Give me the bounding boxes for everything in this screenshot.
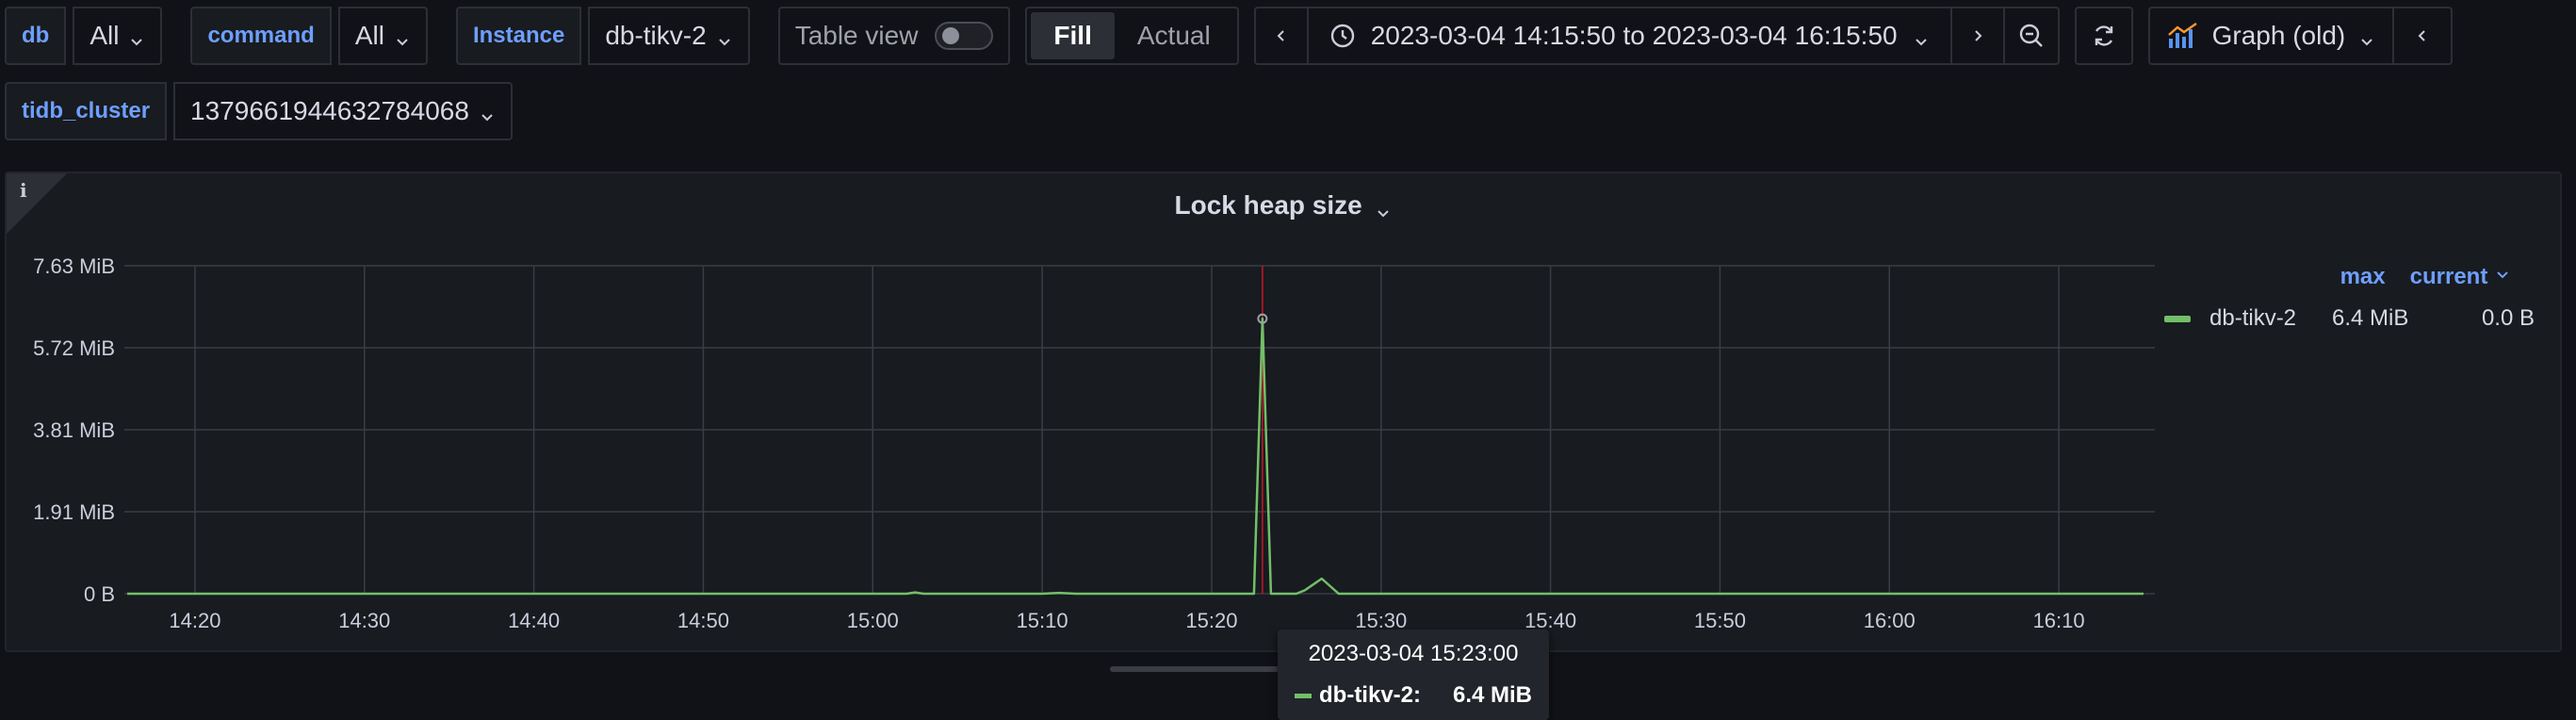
refresh-button[interactable] bbox=[2074, 7, 2133, 65]
var-instance: Instance db-tikv-2 bbox=[455, 7, 750, 65]
legend-series-max: 6.4 MiB bbox=[2332, 305, 2409, 331]
var-command-label: command bbox=[190, 7, 332, 65]
visualization-picker[interactable]: Graph (old) bbox=[2147, 7, 2395, 65]
panel-resize-handle[interactable] bbox=[1110, 666, 1280, 672]
chevron-down-icon bbox=[716, 27, 733, 46]
refresh-icon bbox=[2095, 25, 2112, 46]
chevron-right-icon bbox=[1974, 30, 1982, 41]
legend-series-name: db-tikv-2 bbox=[2209, 305, 2297, 331]
tooltip-series: db-tikv-2: bbox=[1319, 682, 1421, 708]
chevron-down-icon bbox=[2358, 27, 2375, 46]
legend-current-header[interactable]: current bbox=[2410, 264, 2511, 290]
chevron-down-icon bbox=[1913, 27, 1930, 46]
x-tick-label: 14:30 bbox=[338, 609, 390, 632]
tooltip-row: db-tikv-2: 6.4 MiB bbox=[1295, 682, 1532, 709]
graph-icon bbox=[2167, 23, 2197, 48]
zoom-out-icon bbox=[2019, 24, 2043, 47]
var-command: command All bbox=[190, 7, 428, 65]
time-back-button[interactable] bbox=[1256, 8, 1309, 63]
x-tick-label: 14:50 bbox=[677, 609, 729, 632]
line-chart[interactable]: 0 B 1.91 MiB 3.81 MiB 5.72 MiB 7.63 MiB 14:20… bbox=[7, 173, 2155, 654]
legend-header: max current bbox=[2340, 264, 2511, 290]
actual-button[interactable]: Actual bbox=[1115, 12, 1233, 59]
legend-current-header-text: current bbox=[2409, 264, 2488, 289]
var-tidb-cluster-value: 1379661944632784068 bbox=[190, 96, 469, 125]
time-range-button[interactable]: 2023-03-04 14:15:50 to 2023-03-04 16:15:… bbox=[1309, 8, 1952, 63]
table-view-switch[interactable] bbox=[935, 22, 994, 50]
tooltip-swatch bbox=[1295, 693, 1312, 698]
y-tick-label: 3.81 MiB bbox=[33, 418, 115, 442]
visualization-label: Graph (old) bbox=[2211, 21, 2346, 50]
switch-knob bbox=[942, 27, 960, 44]
series-line-db-tikv-2 bbox=[127, 317, 2144, 596]
y-tick-label: 0 B bbox=[84, 582, 115, 606]
chevron-left-icon bbox=[2418, 30, 2425, 41]
table-view-toggle[interactable]: Table view bbox=[777, 7, 1011, 65]
variables-bar: db All command All Instance db-tikv-2 Ta… bbox=[0, 7, 2454, 65]
legend-series-current: 0.0 B bbox=[2481, 305, 2535, 331]
var-instance-label: Instance bbox=[455, 7, 582, 65]
var-instance-value: db-tikv-2 bbox=[605, 21, 707, 50]
fill-actual-group: Fill Actual bbox=[1025, 7, 1239, 65]
var-tidb-cluster-select[interactable]: 1379661944632784068 bbox=[173, 82, 513, 140]
var-tidb-cluster-label: tidb_cluster bbox=[5, 82, 168, 140]
time-picker: 2023-03-04 14:15:50 to 2023-03-04 16:15:… bbox=[1253, 7, 2060, 65]
clock-icon bbox=[1330, 24, 1354, 48]
graph-panel: i Lock heap size 0 B 1.91 MiB 3.81 MiB 5.72… bbox=[5, 172, 2562, 652]
var-db-value: All bbox=[90, 21, 120, 50]
x-tick-label: 15:10 bbox=[1017, 609, 1068, 632]
x-tick-label: 15:00 bbox=[847, 609, 899, 632]
x-tick-label: 15:50 bbox=[1694, 609, 1746, 632]
time-forward-button[interactable] bbox=[1952, 8, 2005, 63]
y-tick-label: 1.91 MiB bbox=[33, 500, 115, 524]
collapse-options-button[interactable] bbox=[2394, 7, 2454, 65]
x-tick-label: 16:10 bbox=[2033, 609, 2085, 632]
legend-series-row[interactable]: db-tikv-2 6.4 MiB 0.0 B bbox=[2164, 305, 2541, 332]
var-command-value: All bbox=[354, 21, 384, 50]
fill-button[interactable]: Fill bbox=[1031, 12, 1115, 59]
time-range-text: 2023-03-04 14:15:50 to 2023-03-04 16:15:… bbox=[1370, 21, 1898, 50]
graph-tooltip: 2023-03-04 15:23:00 db-tikv-2: 6.4 MiB bbox=[1278, 630, 1549, 720]
tooltip-time: 2023-03-04 15:23:00 bbox=[1308, 641, 1519, 666]
chevron-down-icon bbox=[479, 103, 496, 122]
legend-max-header[interactable]: max bbox=[2340, 264, 2386, 290]
x-tick-label: 16:00 bbox=[1864, 609, 1916, 632]
x-tick-label: 14:40 bbox=[508, 609, 560, 632]
var-db: db All bbox=[5, 7, 163, 65]
chevron-down-icon bbox=[394, 27, 411, 46]
table-view-label: Table view bbox=[794, 21, 919, 50]
var-db-label: db bbox=[5, 7, 67, 65]
chevron-down-icon bbox=[2494, 264, 2511, 281]
y-tick-label: 5.72 MiB bbox=[33, 336, 115, 360]
y-tick-label: 7.63 MiB bbox=[33, 254, 115, 278]
x-tick-label: 15:20 bbox=[1185, 609, 1237, 632]
var-db-select[interactable]: All bbox=[73, 7, 163, 65]
x-tick-label: 14:20 bbox=[169, 609, 220, 632]
chevron-down-icon bbox=[128, 27, 145, 46]
var-command-select[interactable]: All bbox=[337, 7, 428, 65]
zoom-out-button[interactable] bbox=[2005, 8, 2058, 63]
legend-swatch bbox=[2164, 315, 2191, 322]
var-tidb-cluster: tidb_cluster 1379661944632784068 bbox=[5, 82, 513, 140]
chevron-left-icon bbox=[1277, 30, 1284, 41]
cluster-variable-bar: tidb_cluster 1379661944632784068 bbox=[0, 82, 541, 140]
tooltip-value: 6.4 MiB bbox=[1452, 682, 1533, 708]
var-instance-select[interactable]: db-tikv-2 bbox=[588, 7, 750, 65]
